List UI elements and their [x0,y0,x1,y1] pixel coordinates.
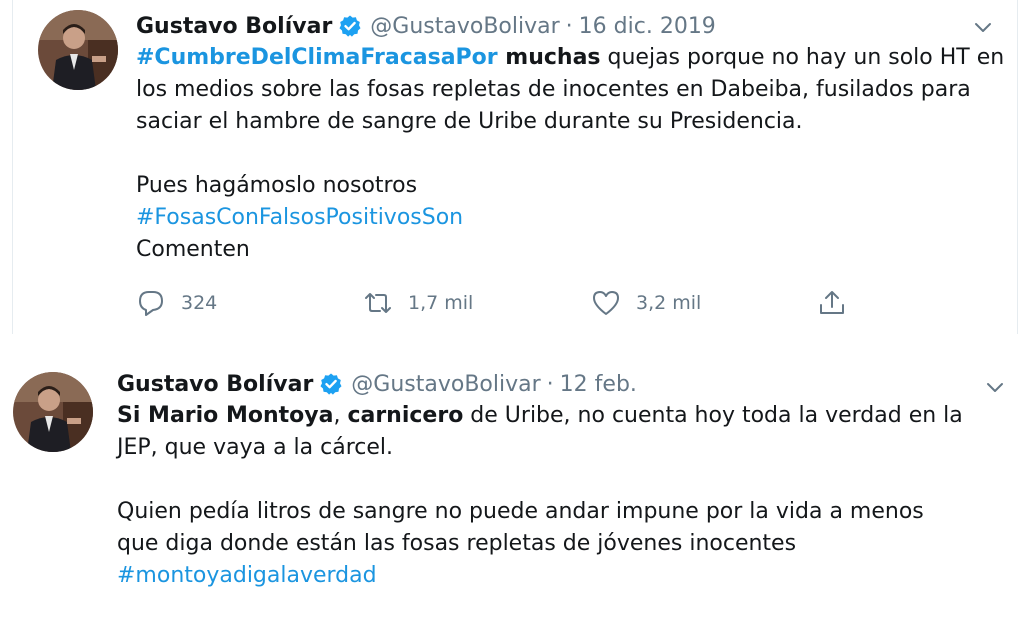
author-name[interactable]: Gustavo Bolívar [117,372,313,397]
text-fragment: , [333,403,348,428]
text-line: los medios sobre las fosas repletas de i… [136,77,971,102]
verified-badge-icon [319,372,343,396]
like-count: 3,2 mil [636,292,702,314]
text-fragment: de Uribe, no cuenta hoy toda la verdad e… [463,403,963,428]
bold-text: carnicero [347,403,464,428]
tweet-date[interactable]: 12 feb. [560,372,637,397]
avatar-image [38,10,118,90]
like-button[interactable]: 3,2 mil [591,283,701,323]
text-line: Pues hagámoslo nosotros [136,173,418,198]
retweet-icon [365,293,391,313]
text-fragment: quejas porque no hay un solo HT en [600,45,1005,70]
avatar[interactable] [13,372,93,452]
tweet-2[interactable]: Gustavo Bolívar @GustavoBolivar · 12 feb… [0,346,1024,618]
author-handle[interactable]: @GustavoBolivar [351,372,540,397]
tweet-text: #CumbreDelClimaFracasaPor muchas quejas … [136,42,1006,266]
text-line: Si Mario Montoya, carnicero de Uribe, no… [117,400,997,432]
reply-icon [139,291,163,316]
chevron-down-icon[interactable] [983,375,1007,399]
text-line: JEP, que vaya a la cárcel. [117,435,394,460]
avatar[interactable] [38,10,118,90]
tweet-text: Si Mario Montoya, carnicero de Uribe, no… [117,400,997,592]
hashtag-link[interactable]: #montoyadigalaverdad [117,560,997,592]
separator: · [565,13,573,39]
verified-badge-icon [338,14,362,38]
text-line: que diga donde están las fosas repletas … [117,531,797,556]
tweet-1[interactable]: Gustavo Bolívar @GustavoBolivar · 16 dic… [12,0,1018,334]
reply-button[interactable]: 324 [136,283,217,323]
hashtag-link[interactable]: #CumbreDelClimaFracasaPor [136,45,498,70]
text-line: #CumbreDelClimaFracasaPor muchas quejas … [136,42,1006,74]
share-button[interactable] [817,283,862,323]
text-line: saciar el hambre de sangre de Uribe dura… [136,109,803,134]
chevron-down-icon[interactable] [971,15,995,39]
reply-count: 324 [181,292,218,314]
separator: · [546,371,554,397]
bold-text: Si Mario Montoya [117,403,334,428]
tweet-divider [0,334,1024,346]
tweet-date[interactable]: 16 dic. 2019 [579,14,716,39]
retweet-count: 1,7 mil [408,292,474,314]
text-line: Comenten [136,237,250,262]
author-handle[interactable]: @GustavoBolivar [370,14,559,39]
share-icon [820,291,844,314]
bold-text: muchas [497,45,601,70]
avatar-image [13,372,93,452]
hashtag-link[interactable]: #FosasConFalsosPositivosSon [136,202,1006,234]
author-name[interactable]: Gustavo Bolívar [136,14,332,39]
retweet-button[interactable]: 1,7 mil [363,283,473,323]
text-line: Quien pedía litros de sangre no puede an… [117,499,924,524]
heart-icon [593,291,619,315]
